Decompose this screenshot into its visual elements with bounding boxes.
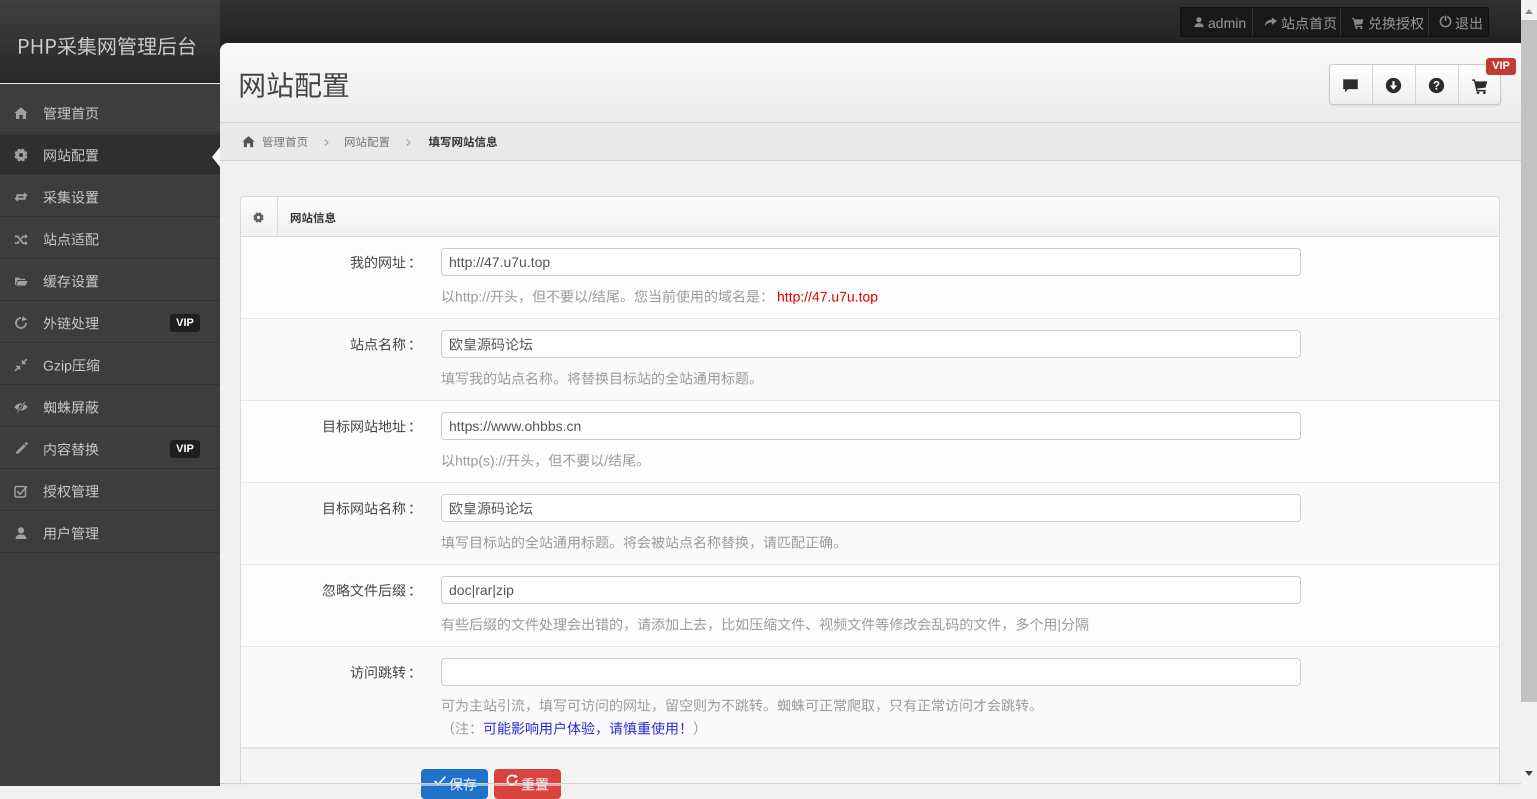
- svg-text:?: ?: [1433, 80, 1440, 92]
